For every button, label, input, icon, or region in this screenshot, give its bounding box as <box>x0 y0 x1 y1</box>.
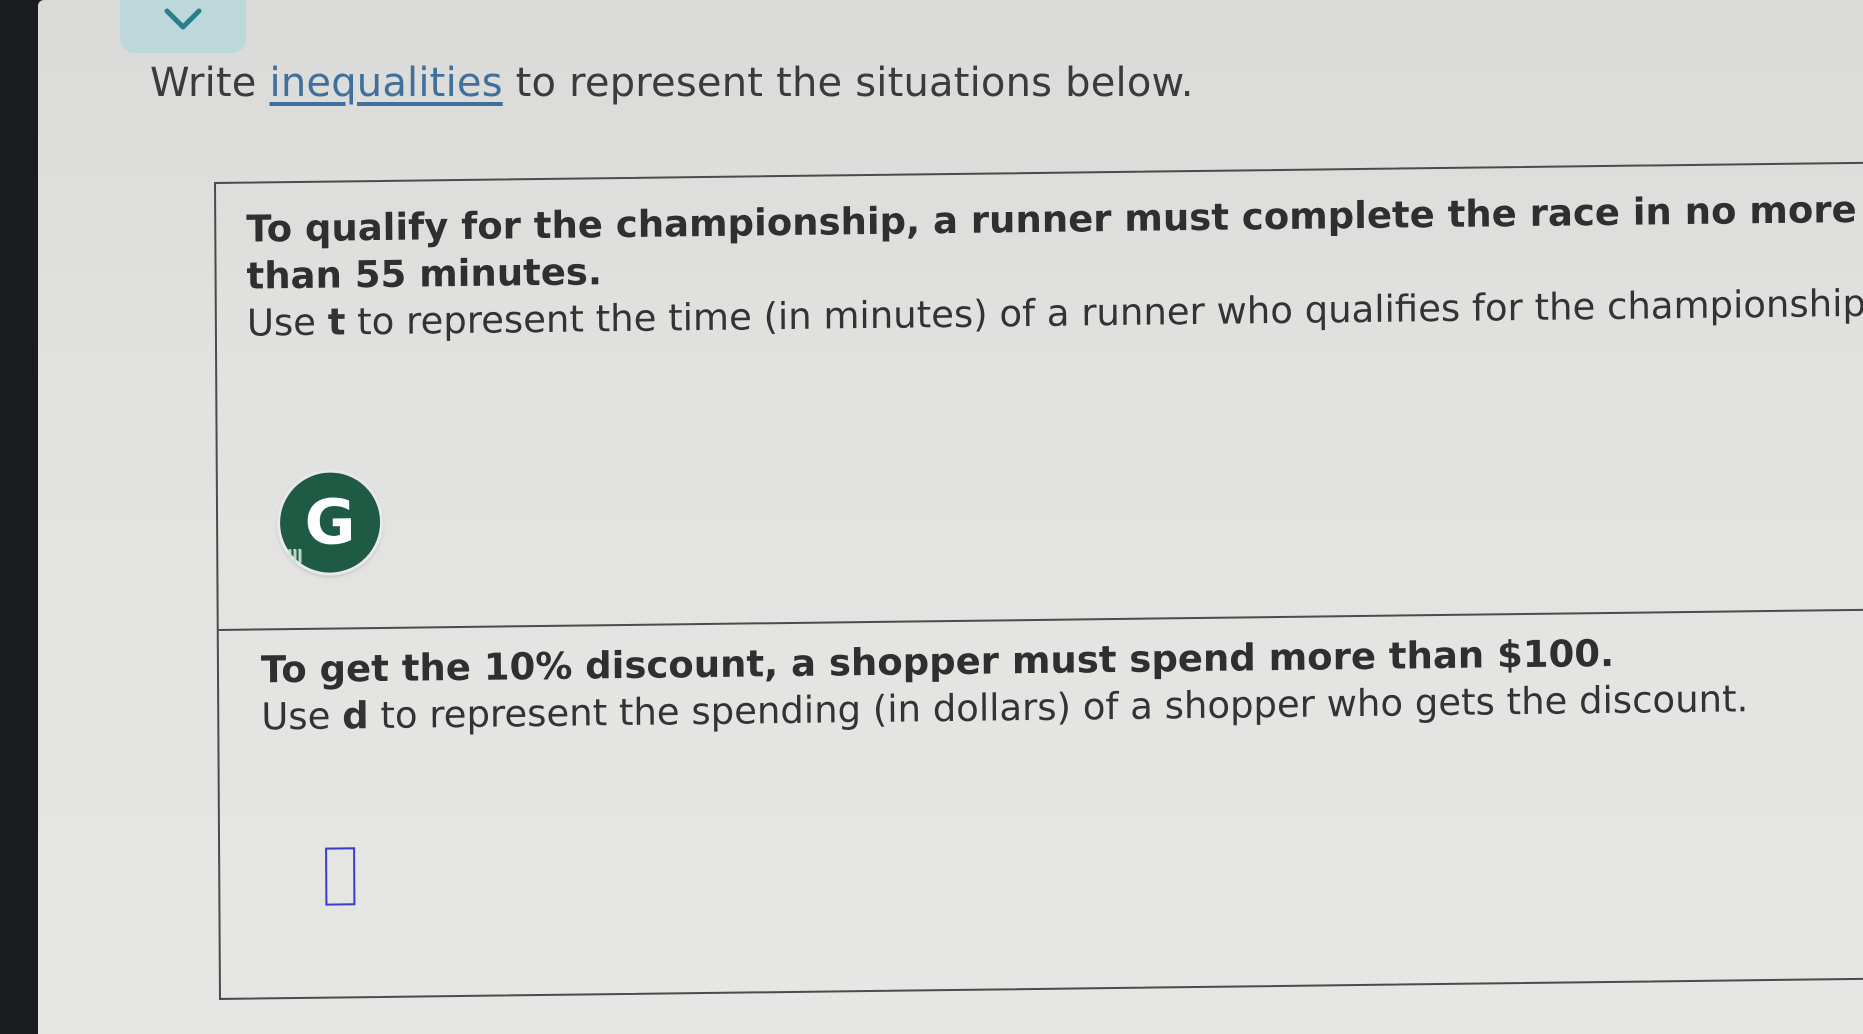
drag-handle-icon[interactable] <box>288 548 303 564</box>
instruction-after: to represent the situations below. <box>515 60 1194 106</box>
page: Write inequalities to represent the situ… <box>38 0 1863 1034</box>
grammarly-button[interactable]: G <box>279 471 381 574</box>
chevron-down-icon <box>164 8 202 30</box>
instruction-text: Write inequalities to represent the situ… <box>150 60 1194 106</box>
variable-t: t <box>327 300 346 344</box>
variable-d: d <box>342 694 369 738</box>
instruction-before: Write <box>150 60 257 106</box>
problem-1: To qualify for the championship, a runne… <box>246 185 1863 346</box>
grammarly-icon: G <box>304 485 356 559</box>
inequalities-link[interactable]: inequalities <box>270 60 503 106</box>
collapse-toggle-button[interactable] <box>120 0 246 53</box>
problem-2: To get the 10% discount, a shopper must … <box>261 626 1863 740</box>
answer-input-2[interactable] <box>325 847 356 906</box>
divider <box>218 608 1863 631</box>
problem-box: To qualify for the championship, a runne… <box>214 161 1863 1000</box>
